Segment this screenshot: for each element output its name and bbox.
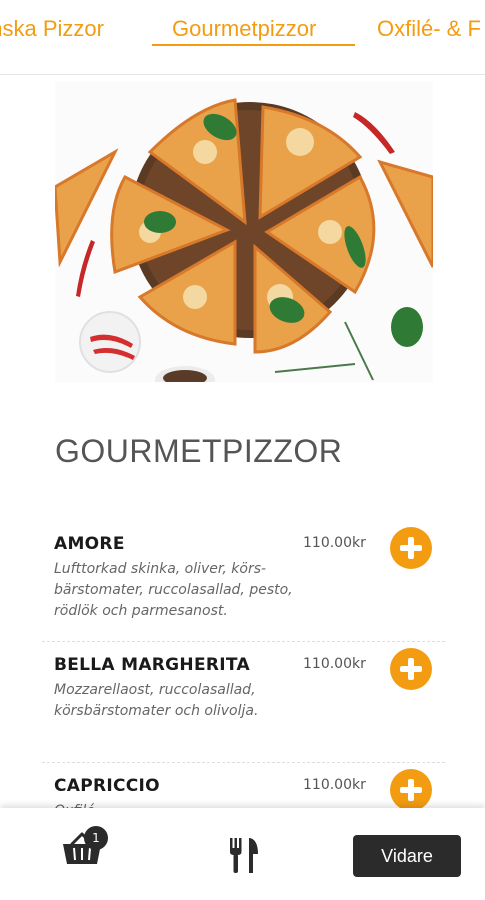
item-description: Mozzarellaost, ruccolasallad, körsbärsto… (54, 682, 259, 719)
category-tabs: anska Pizzor Gourmetpizzor Oxfilé- & F (0, 0, 485, 75)
tab-gourmetpizzor[interactable]: Gourmetpizzor (172, 14, 316, 44)
item-divider (42, 762, 445, 763)
item-name: BELLA MARGHERITA (54, 655, 250, 675)
item-divider (42, 641, 445, 642)
add-to-cart-button[interactable] (390, 769, 432, 811)
section-title: GOURMETPIZZOR (55, 433, 343, 469)
item-price: 110.00kr (303, 535, 366, 551)
tab-italienska-pizzor[interactable]: anska Pizzor (0, 14, 104, 44)
tab-oxfile-pizzor[interactable]: Oxfilé- & F (377, 14, 481, 44)
active-tab-indicator (152, 44, 355, 46)
item-price: 110.00kr (303, 656, 366, 672)
cart-count-badge: 1 (84, 826, 108, 850)
item-price: 110.00kr (303, 777, 366, 793)
category-hero-image (55, 82, 433, 382)
item-name: CAPRICCIO (54, 776, 160, 796)
add-to-cart-button[interactable] (390, 527, 432, 569)
item-description: Lufttorkad skinka, oliver, körs-bärstoma… (54, 561, 293, 619)
item-name: AMORE (54, 534, 125, 554)
add-to-cart-button[interactable] (390, 648, 432, 690)
cutlery-icon[interactable] (228, 836, 260, 874)
next-button[interactable]: Vidare (353, 835, 461, 877)
